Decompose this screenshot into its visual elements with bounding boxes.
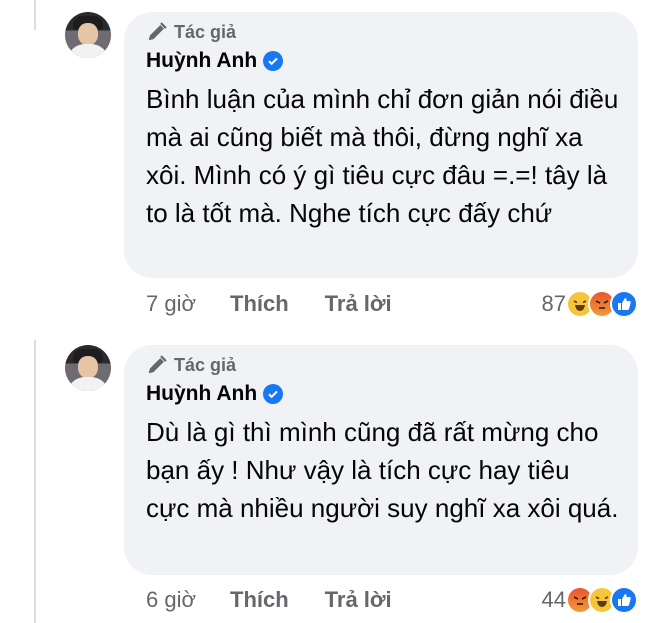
like-icon bbox=[610, 586, 638, 614]
comment-bubble: Tác giả Huỳnh Anh Bình luận của mình chỉ… bbox=[124, 12, 638, 278]
reply-button[interactable]: Trả lời bbox=[325, 587, 392, 613]
pen-icon bbox=[148, 355, 167, 374]
author-badge: Tác giả bbox=[146, 353, 620, 377]
author-name[interactable]: Huỳnh Anh bbox=[146, 382, 257, 406]
comment-actions: 7 giờ Thích Trả lời bbox=[146, 289, 428, 319]
reaction-summary[interactable]: 44 bbox=[542, 585, 638, 615]
like-button[interactable]: Thích bbox=[230, 291, 289, 317]
comment-actions: 6 giờ Thích Trả lời bbox=[146, 585, 428, 615]
author-name[interactable]: Huỳnh Anh bbox=[146, 49, 257, 73]
comment-bubble: Tác giả Huỳnh Anh Dù là gì thì mình cũng… bbox=[124, 345, 638, 575]
reaction-count: 44 bbox=[541, 587, 566, 612]
author-badge-label: Tác giả bbox=[174, 354, 237, 375]
comment-text: Dù là gì thì mình cũng đã rất mừng cho b… bbox=[146, 417, 619, 523]
reaction-summary[interactable]: 87 bbox=[542, 289, 638, 319]
comment-time[interactable]: 7 giờ bbox=[146, 291, 230, 317]
avatar[interactable] bbox=[65, 12, 111, 58]
author-badge: Tác giả bbox=[146, 20, 620, 44]
like-icon bbox=[610, 290, 638, 318]
reaction-count: 87 bbox=[541, 291, 566, 316]
comment-text: Bình luận của mình chỉ đơn giản nói điều… bbox=[146, 84, 619, 228]
comment-time[interactable]: 6 giờ bbox=[146, 587, 230, 613]
thread-line bbox=[34, 340, 36, 623]
reply-button[interactable]: Trả lời bbox=[325, 291, 392, 317]
thread-line bbox=[34, 0, 36, 30]
author-badge-label: Tác giả bbox=[174, 21, 237, 42]
verified-icon bbox=[263, 51, 284, 71]
like-button[interactable]: Thích bbox=[230, 587, 289, 613]
pen-icon bbox=[148, 22, 167, 41]
avatar[interactable] bbox=[65, 345, 111, 391]
verified-icon bbox=[263, 384, 284, 404]
